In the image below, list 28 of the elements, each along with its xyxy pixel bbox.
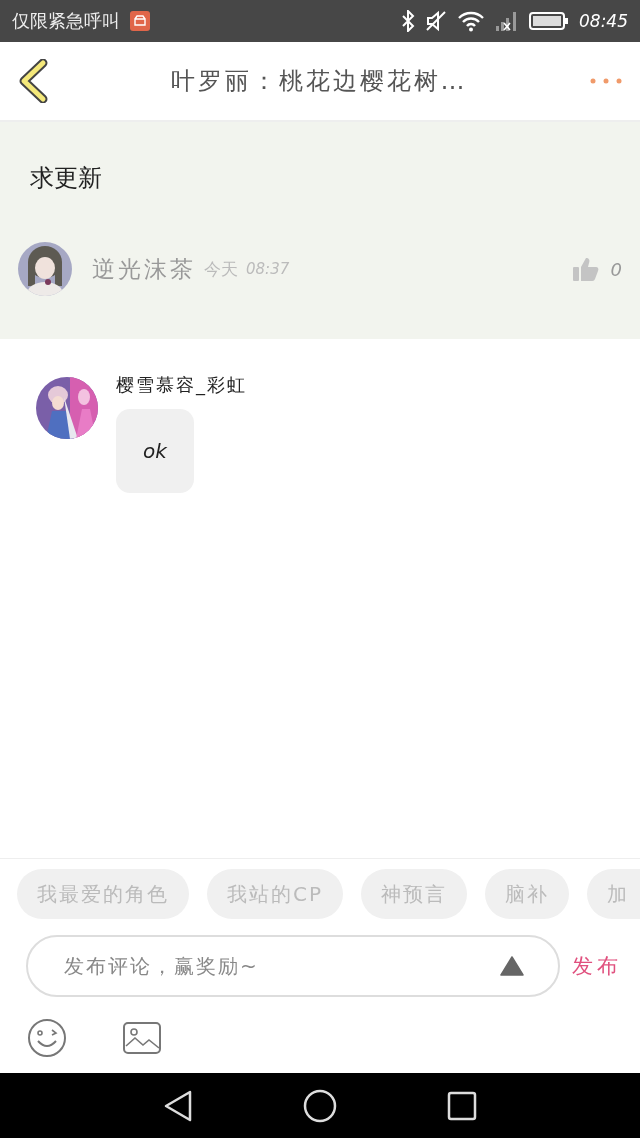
back-button[interactable] [18, 59, 48, 103]
triangle-icon [500, 956, 524, 976]
emoji-icon[interactable] [27, 1018, 67, 1058]
mail-icon [130, 11, 150, 31]
image-icon[interactable] [123, 1022, 161, 1054]
post-time: 08:37 [246, 260, 290, 278]
signal-icon [495, 10, 519, 32]
clock-text: 08:45 [579, 11, 628, 31]
bluetooth-icon [401, 10, 415, 32]
post-date: 今天 [204, 257, 238, 281]
comment-bubble: ok [116, 409, 194, 493]
comment-input[interactable]: 发布评论，赢奖励~ [26, 935, 560, 997]
recents-icon[interactable] [447, 1090, 477, 1121]
post-title: 求更新 [29, 163, 103, 194]
back-icon[interactable] [163, 1088, 193, 1123]
more-icon [590, 78, 622, 84]
chevron-left-icon [18, 59, 48, 103]
page-title: 叶罗丽：桃花边樱花树… [169, 66, 469, 97]
home-icon[interactable] [303, 1088, 337, 1123]
battery-icon [529, 11, 569, 31]
like-button[interactable]: 0 [572, 257, 622, 281]
carrier-text: 仅限紧急呼叫 [12, 9, 120, 33]
commenter-name[interactable]: 樱雪慕容_彩虹 [116, 373, 247, 397]
publish-button[interactable]: 发布 [572, 952, 622, 980]
wifi-icon [457, 10, 485, 32]
author-name[interactable]: 逆光沫茶 [92, 253, 196, 285]
mute-icon [425, 10, 447, 32]
thumbs-up-icon [572, 257, 599, 281]
